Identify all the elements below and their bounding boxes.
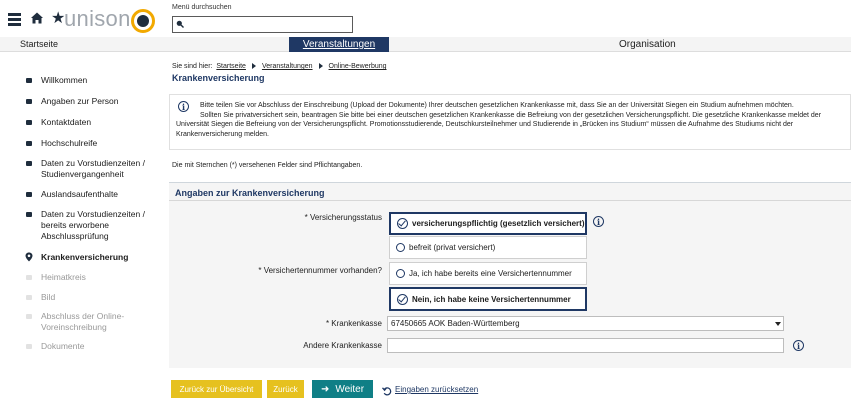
bullet-icon (26, 192, 32, 197)
search-icon (176, 20, 184, 28)
logo-mark-icon (131, 9, 155, 33)
sidebar-item-label: Auslandsaufenthalte (41, 189, 119, 199)
andere-krankenkasse-label: Andere Krankenkasse (303, 341, 382, 350)
bullet-icon (26, 141, 32, 146)
sidebar-item-hochschulreife[interactable]: Hochschulreife (26, 138, 156, 149)
sidebar-item-auslandsaufenthalte[interactable]: Auslandsaufenthalte (26, 189, 156, 200)
krankenkasse-label: * Krankenkasse (325, 319, 382, 328)
vnr-option-ja[interactable]: Ja, ich habe bereits eine Versichertennu… (389, 262, 587, 285)
sidebar-item-label: Kontaktdaten (41, 117, 92, 127)
sidebar-item-bild: Bild (26, 292, 156, 303)
page-title: Krankenversicherung (172, 73, 265, 83)
radio-checked-icon (397, 293, 408, 305)
nav-item-startseite[interactable]: Startseite (20, 39, 58, 49)
breadcrumb-link-online-bewerbung[interactable]: Online-Bewerbung (329, 63, 387, 70)
home-icon[interactable] (30, 11, 44, 25)
option-label: Ja, ich habe bereits eine Versichertennu… (409, 269, 572, 278)
bullet-icon (26, 120, 32, 125)
sidebar-item-label: Daten zu Vorstudienzeiten / bereits erwo… (41, 209, 145, 241)
bullet-icon (26, 78, 32, 83)
sidebar-item-krankenversicherung[interactable]: Krankenversicherung (25, 252, 156, 263)
back-button[interactable]: Zurück (267, 380, 304, 398)
next-label: Weiter (335, 384, 365, 395)
sidebar-item-vorstudienzeiten[interactable]: Daten zu Vorstudienzeiten / Studienverga… (26, 158, 154, 180)
bullet-icon (26, 99, 32, 104)
main-nav (0, 37, 851, 52)
option-label: Nein, ich habe keine Versichertennummer (412, 294, 571, 304)
status-option-gesetzlich[interactable]: versicherungspflichtig (gesetzlich versi… (389, 212, 587, 235)
info-icon[interactable]: i (793, 340, 804, 351)
divider (169, 200, 851, 201)
sidebar-item-willkommen[interactable]: Willkommen (26, 75, 156, 86)
sidebar-item-label: Heimatkreis (41, 272, 86, 282)
next-button[interactable]: ➜ Weiter (312, 380, 373, 398)
info-icon[interactable]: i (593, 216, 604, 227)
sidebar-item-label: Daten zu Vorstudienzeiten / Studienverga… (41, 158, 145, 179)
sidebar-item-abschluss: Abschluss der Online-Voreinschreibung (26, 311, 144, 333)
andere-krankenkasse-input[interactable] (387, 338, 784, 353)
sidebar-item-label: Dokumente (41, 341, 85, 351)
radio-icon (396, 243, 405, 252)
info-line-2: Sollten Sie privatversichert sein, beant… (176, 111, 822, 138)
breadcrumb-link-veranstaltungen[interactable]: Veranstaltungen (262, 63, 313, 70)
location-pin-icon (25, 252, 33, 262)
vnr-label: * Versichertennummer vorhanden? (258, 266, 382, 275)
undo-icon[interactable] (382, 386, 392, 396)
sidebar-item-label: Willkommen (41, 75, 88, 85)
status-option-befreit[interactable]: befreit (privat versichert) (389, 236, 587, 259)
search-label: Menü durchsuchen (172, 4, 232, 11)
breadcrumb-prefix: Sie sind hier: (172, 63, 213, 70)
nav-item-veranstaltungen[interactable]: Veranstaltungen (289, 37, 389, 52)
sidebar-item-label: Krankenversicherung (41, 252, 129, 262)
info-line-1: Bitte teilen Sie vor Abschluss der Einsc… (200, 102, 794, 109)
bullet-icon (26, 275, 32, 280)
sidebar-item-abschlusspruefung[interactable]: Daten zu Vorstudienzeiten / bereits erwo… (26, 209, 154, 242)
krankenkasse-select[interactable]: 67450665 AOK Baden-Württemberg (387, 316, 784, 331)
search-input[interactable] (172, 16, 353, 33)
bullet-icon (26, 344, 32, 349)
vnr-option-nein[interactable]: Nein, ich habe keine Versichertennummer (389, 287, 587, 311)
sidebar-item-dokumente: Dokumente (26, 341, 156, 352)
option-label: versicherungspflichtig (gesetzlich versi… (412, 219, 585, 228)
nav-item-organisation[interactable]: Organisation (619, 39, 676, 50)
chevron-down-icon (775, 322, 781, 326)
radio-icon (396, 269, 405, 278)
breadcrumb: Sie sind hier: Startseite Veranstaltungen… (172, 63, 387, 70)
back-to-overview-button[interactable]: Zurück zur Übersicht (171, 380, 262, 398)
option-label: befreit (privat versichert) (409, 243, 496, 252)
sidebar-item-label: Angaben zur Person (41, 96, 119, 106)
sidebar-item-person[interactable]: Angaben zur Person (26, 96, 156, 107)
info-text: Bitte teilen Sie vor Abschluss der Einsc… (176, 101, 846, 139)
status-label: * Versicherungsstatus (304, 213, 382, 222)
sidebar-item-label: Bild (41, 292, 56, 302)
chevron-right-icon (318, 63, 323, 70)
breadcrumb-link-startseite[interactable]: Startseite (216, 63, 246, 70)
sidebar-item-heimatkreis: Heimatkreis (26, 272, 156, 283)
sidebar-item-label: Hochschulreife (41, 138, 98, 148)
sidebar-item-kontaktdaten[interactable]: Kontaktdaten (26, 117, 156, 128)
radio-checked-icon (397, 218, 408, 229)
arrow-right-icon: ➜ (320, 384, 330, 395)
bullet-icon (26, 314, 32, 319)
sidebar-item-label: Abschluss der Online-Voreinschreibung (41, 311, 125, 332)
reset-link[interactable]: Eingaben zurücksetzen (395, 385, 478, 394)
logo-text: unison (64, 6, 131, 31)
menu-icon[interactable] (8, 13, 21, 26)
required-note: Die mit Sternchen (*) versehenen Felder … (172, 162, 363, 169)
bullet-icon (26, 295, 32, 300)
chevron-right-icon (251, 63, 256, 70)
section-title: Angaben zur Krankenversicherung (175, 188, 325, 198)
bullet-icon (26, 161, 32, 166)
bullet-icon (26, 212, 32, 217)
